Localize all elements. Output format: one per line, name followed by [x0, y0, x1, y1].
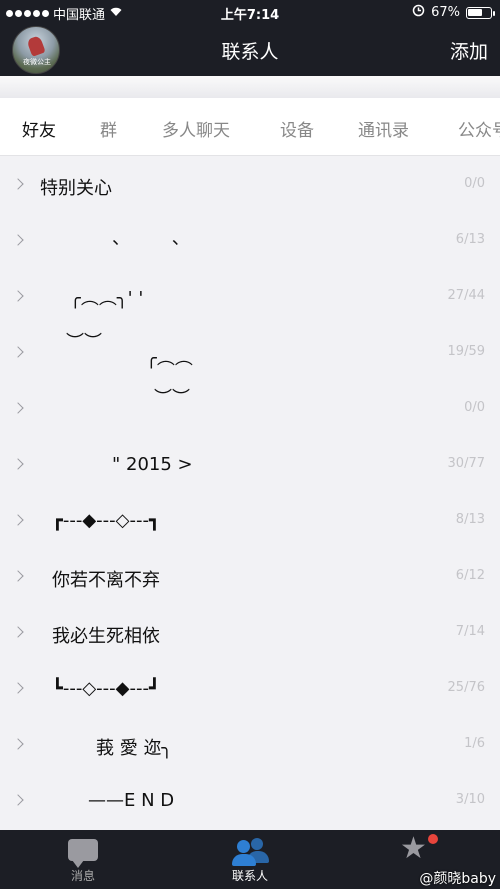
group-count: 3/10: [455, 792, 485, 807]
group-name: 莪 愛 迩╮: [96, 738, 173, 759]
battery-icon: [466, 6, 495, 19]
group-name: ┏---◆---◇---┓: [52, 510, 160, 531]
list-item[interactable]: ︶︶ 0/0: [0, 380, 500, 436]
alarm-lock-icon: [412, 4, 425, 21]
category-tabs: 好友 群 多人聊天 设备 通讯录 公众号: [0, 98, 500, 156]
list-item[interactable]: ——E N D 3/10: [0, 772, 500, 828]
group-count: 6/13: [455, 232, 485, 247]
tab-address-book[interactable]: 通讯录: [358, 116, 409, 141]
group-name: ┗---◇---◆---┛: [52, 678, 160, 699]
notification-badge: [428, 834, 438, 844]
page-title: 联系人: [221, 41, 279, 63]
group-name: ╭︵︵╮' ': [70, 288, 144, 309]
list-item[interactable]: 特别关心 0/0: [0, 156, 500, 212]
chevron-right-icon: [12, 346, 24, 358]
bottom-tab-bar: 消息 联系人 ★ @颜晓baby: [0, 830, 500, 889]
group-name: 、 、: [112, 228, 190, 249]
list-item[interactable]: 我必生死相依 7/14: [0, 604, 500, 660]
top-bar: 中国联通 上午7:14 67% 夜微公主 联系人 添加: [0, 0, 500, 76]
chevron-right-icon: [12, 682, 24, 694]
group-list: 特别关心 0/0 、 、 6/13 ╭︵︵╮' ' 27/44 ︶︶ ╭︵︵ 1…: [0, 156, 500, 830]
tab-multi-chat[interactable]: 多人聊天: [162, 116, 230, 141]
group-count: 7/14: [455, 624, 485, 639]
tabbar-contacts[interactable]: 联系人: [167, 830, 333, 889]
chevron-right-icon: [12, 458, 24, 470]
list-item[interactable]: ┗---◇---◆---┛ 25/76: [0, 660, 500, 716]
group-name: 我必生死相依: [52, 626, 160, 647]
chevron-right-icon: [12, 178, 24, 190]
chevron-right-icon: [12, 290, 24, 302]
list-item[interactable]: 莪 愛 迩╮ 1/6: [0, 716, 500, 772]
list-item[interactable]: ︶︶ ╭︵︵ 19/59: [0, 324, 500, 380]
group-name: ︶︶: [154, 388, 190, 409]
list-item[interactable]: 你若不离不弃 6/12: [0, 548, 500, 604]
chevron-right-icon: [12, 570, 24, 582]
status-bar: 中国联通 上午7:14 67%: [0, 0, 500, 24]
tabbar-label: 联系人: [231, 869, 268, 883]
group-name: " 2015 >: [112, 454, 193, 475]
list-item[interactable]: ╭︵︵╮' ' 27/44: [0, 268, 500, 324]
group-count: 6/12: [455, 568, 485, 583]
chevron-right-icon: [12, 514, 24, 526]
group-count: 19/59: [447, 344, 485, 359]
chevron-right-icon: [12, 794, 24, 806]
group-count: 30/77: [447, 456, 485, 471]
chat-bubble-icon: [68, 839, 98, 868]
nav-bar: 夜微公主 联系人 添加: [0, 24, 500, 76]
tabbar-messages[interactable]: 消息: [0, 830, 166, 889]
group-count: 1/6: [464, 736, 485, 751]
tab-groups[interactable]: 群: [100, 116, 117, 141]
tab-friends[interactable]: 好友: [22, 116, 56, 141]
list-item[interactable]: " 2015 > 30/77: [0, 436, 500, 492]
group-count: 27/44: [447, 288, 485, 303]
search-strip[interactable]: [0, 76, 500, 98]
group-count: 0/0: [464, 176, 485, 191]
status-right: 67%: [412, 4, 495, 21]
group-name-extra: ╭︵︵: [146, 348, 193, 369]
list-item[interactable]: 、 、 6/13: [0, 212, 500, 268]
battery-percent: 67%: [431, 5, 460, 20]
group-count: 8/13: [455, 512, 485, 527]
add-button[interactable]: 添加: [450, 37, 488, 64]
chevron-right-icon: [12, 626, 24, 638]
chevron-right-icon: [12, 234, 24, 246]
tabbar-label: 消息: [70, 869, 95, 883]
group-name: 你若不离不弃: [52, 570, 160, 591]
star-icon: ★: [400, 831, 427, 866]
tab-public-accounts[interactable]: 公众号: [458, 116, 500, 141]
watermark: @颜晓baby: [419, 871, 496, 887]
tab-devices[interactable]: 设备: [280, 116, 314, 141]
group-count: 0/0: [464, 400, 485, 415]
group-count: 25/76: [447, 680, 485, 695]
contacts-icon: [231, 836, 271, 866]
group-name: ——E N D: [88, 790, 175, 811]
group-name: ︶︶: [66, 332, 102, 353]
group-name: 特别关心: [40, 178, 112, 199]
chevron-right-icon: [12, 738, 24, 750]
list-item[interactable]: ┏---◆---◇---┓ 8/13: [0, 492, 500, 548]
chevron-right-icon: [12, 402, 24, 414]
